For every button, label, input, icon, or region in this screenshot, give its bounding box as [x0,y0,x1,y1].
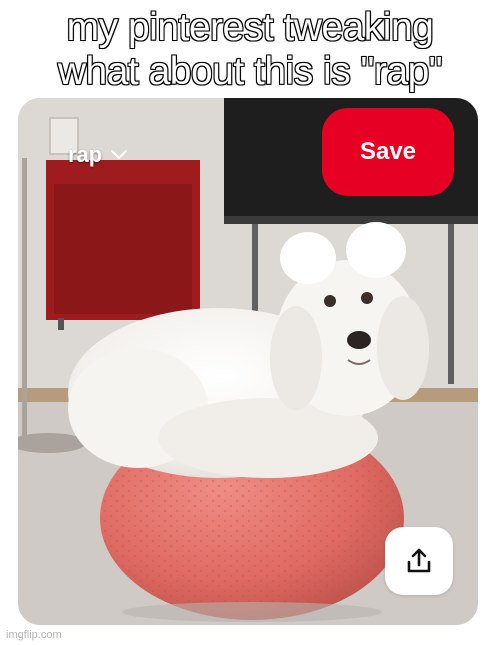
share-button[interactable] [385,527,453,595]
imgflip-watermark: imgflip.com [6,629,62,641]
board-name: rap [68,142,103,167]
caption-line-2: what about this is "rap" [57,49,444,94]
pin-card[interactable]: rap Save [18,98,478,625]
save-button[interactable]: Save [322,108,454,196]
board-selector[interactable]: rap [68,142,128,168]
chevron-down-icon [111,150,128,159]
share-upload-icon [407,548,431,573]
meme-caption: my pinterest tweaking what about this is… [0,5,500,94]
caption-line-1: my pinterest tweaking [66,5,435,50]
